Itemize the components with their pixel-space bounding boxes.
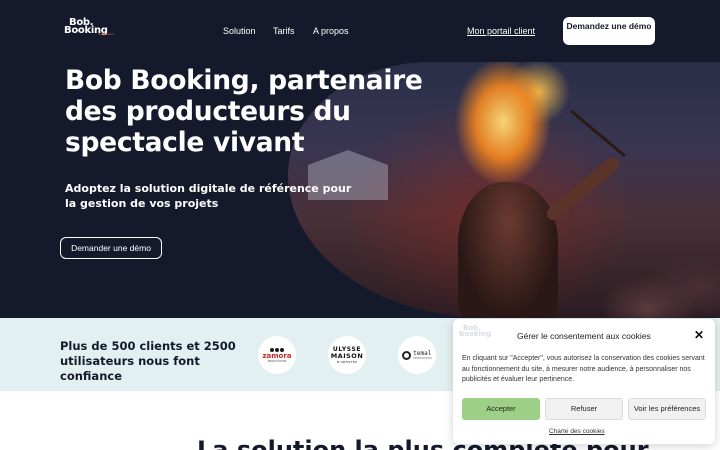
ulysse-line-3: D'ARTISTES <box>336 360 358 364</box>
client-portal-link[interactable]: Mon portail client <box>467 26 535 36</box>
cookie-logo: Bob. Booking <box>459 325 492 338</box>
bob-booking-logo[interactable]: Bob. Booking by Diapazon <box>64 18 114 37</box>
nav-link-tarifs[interactable]: Tarifs <box>273 26 295 36</box>
cookie-policy-link[interactable]: Charte des cookies <box>549 428 605 435</box>
zamora-tag: PRODUCTIONS <box>267 359 287 363</box>
close-icon[interactable]: ✕ <box>693 329 705 341</box>
cookie-logo-line-2: Booking <box>459 330 492 338</box>
logo-sub: by Diapazon <box>98 32 114 36</box>
cookie-title: Gérer le consentement aux cookies <box>517 331 651 341</box>
client-logo-temal: temal PRODUCTIONS <box>398 336 436 374</box>
nav-link-a-propos[interactable]: A propos <box>313 26 349 36</box>
cookie-preferences-button[interactable]: Voir les préférences <box>628 398 706 420</box>
client-logo-zamora: zamora PRODUCTIONS <box>258 336 296 374</box>
hero-demo-button[interactable]: Demander une démo <box>60 237 162 259</box>
zamora-name: zamora <box>262 351 292 360</box>
zamora-dots-icon <box>270 347 284 352</box>
client-logo-ulysse: ULYSSE MAISON D'ARTISTES <box>328 336 366 374</box>
cookie-text: En cliquant sur "Accepter", vous autoris… <box>462 355 705 383</box>
refuse-cookies-button[interactable]: Refuser <box>545 398 623 420</box>
temal-mark-icon <box>402 350 412 360</box>
photo-crowd <box>288 248 720 318</box>
request-demo-button[interactable]: Demandez une démo <box>563 17 655 45</box>
hero-subtitle: Adoptez la solution digitale de référenc… <box>65 182 352 210</box>
ulysse-line-2: MAISON <box>330 352 364 360</box>
temal-tag: PRODUCTIONS <box>413 356 432 360</box>
hero-section: Bob. Booking by Diapazon Solution Tarifs… <box>0 0 720 318</box>
trust-text: Plus de 500 clients et 2500 utilisateurs… <box>60 339 236 383</box>
temal-wordmark: temal PRODUCTIONS <box>402 349 432 360</box>
hero-title: Bob Booking, partenaire des producteurs … <box>65 65 423 158</box>
top-navigation: Bob. Booking by Diapazon Solution Tarifs… <box>0 0 720 62</box>
accept-cookies-button[interactable]: Accepter <box>462 398 540 420</box>
nav-link-solution[interactable]: Solution <box>223 26 256 36</box>
ulysse-wordmark: ULYSSE MAISON D'ARTISTES <box>331 346 364 364</box>
temal-name: temal <box>413 349 432 357</box>
cookie-consent-dialog: Bob. Booking Gérer le consentement aux c… <box>453 319 715 444</box>
